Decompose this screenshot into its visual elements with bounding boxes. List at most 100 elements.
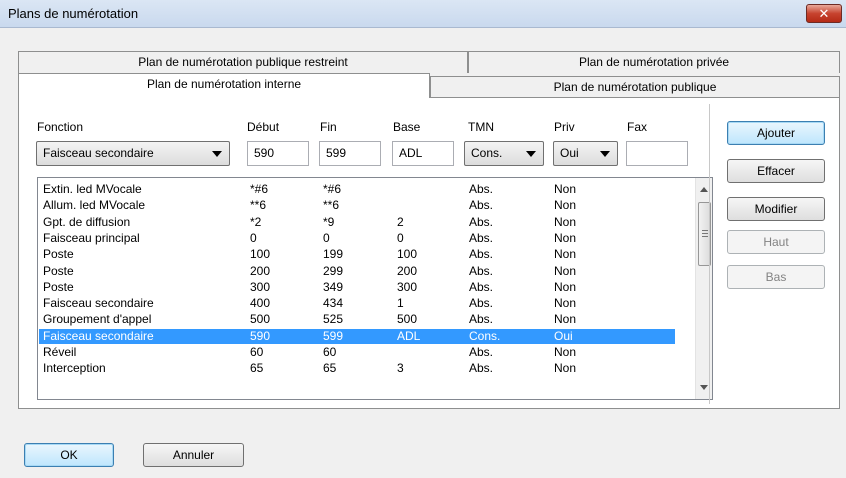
list-item[interactable]: Extin. led MVocale *#6 *#6 Abs. Non: [39, 182, 675, 197]
cell-fonction: Poste: [43, 263, 74, 278]
title-bar: Plans de numérotation ✕: [0, 0, 846, 28]
cell-priv: Non: [554, 361, 577, 376]
list-item[interactable]: Poste 200 299 200 Abs. Non: [39, 264, 675, 279]
list-item[interactable]: Groupement d'appel 500 525 500 Abs. Non: [39, 312, 675, 327]
cell-fin: 60: [323, 345, 337, 359]
cell-debut: 0: [250, 230, 257, 245]
cell-debut: 200: [250, 263, 271, 278]
cell-base: 0: [397, 230, 404, 245]
priv-select-value: Oui: [560, 146, 579, 160]
cell-priv: Non: [554, 279, 577, 294]
cell-debut: 400: [250, 296, 271, 311]
chevron-down-icon: [526, 151, 536, 157]
window-title: Plans de numérotation: [8, 6, 139, 21]
cell-debut: 500: [250, 312, 271, 327]
fax-field[interactable]: [626, 141, 688, 166]
tab-interne[interactable]: Plan de numérotation interne: [18, 73, 430, 98]
tab-publique-restreint[interactable]: Plan de numérotation publique restreint: [18, 51, 468, 73]
cell-tmn: Cons.: [469, 328, 501, 343]
cell-debut: 590: [250, 328, 271, 343]
cell-fonction: Interception: [43, 361, 106, 376]
tab-panel-interne: Fonction Début Fin Base TMN Priv Fax Fai…: [18, 97, 840, 409]
tab-label: Plan de numérotation publique restreint: [138, 55, 348, 69]
fax-label: Fax: [627, 120, 648, 134]
chevron-down-icon: [212, 151, 222, 157]
scroll-up-icon[interactable]: [700, 187, 708, 192]
cell-tmn: Abs.: [469, 361, 494, 376]
cell-fin: 349: [323, 279, 344, 294]
cell-base: 500: [397, 312, 418, 327]
cell-tmn: Abs.: [469, 279, 494, 294]
cell-fonction: Faisceau secondaire: [43, 296, 154, 311]
list-item[interactable]: Faisceau principal 0 0 0 Abs. Non: [39, 231, 675, 246]
effacer-button[interactable]: Effacer: [727, 159, 825, 183]
cell-priv: Non: [554, 198, 577, 213]
scroll-down-icon[interactable]: [700, 385, 708, 390]
cell-priv: Non: [554, 312, 577, 327]
cell-fin: 599: [323, 328, 344, 343]
fonction-select-value: Faisceau secondaire: [43, 146, 154, 160]
cell-debut: **6: [250, 198, 267, 213]
cell-tmn: Abs.: [469, 214, 494, 229]
tmn-label: TMN: [468, 120, 494, 134]
list-item[interactable]: Poste 300 349 300 Abs. Non: [39, 280, 675, 295]
tab-label: Plan de numérotation interne: [146, 77, 302, 91]
debut-field[interactable]: 590: [247, 141, 309, 166]
vertical-divider: [709, 104, 710, 404]
tab-publique[interactable]: Plan de numérotation publique: [430, 76, 840, 98]
priv-select[interactable]: Oui: [553, 141, 618, 166]
cell-priv: Non: [554, 247, 577, 262]
list-item[interactable]: Faisceau secondaire 400 434 1 Abs. Non: [39, 296, 675, 311]
ajouter-button[interactable]: Ajouter: [727, 121, 825, 145]
list-item[interactable]: Poste 100 199 100 Abs. Non: [39, 247, 675, 262]
cell-fonction: Groupement d'appel: [43, 312, 152, 327]
tab-privee[interactable]: Plan de numérotation privée: [468, 51, 840, 73]
list-item[interactable]: Réveil 60 60 Abs. Non: [39, 345, 675, 360]
annuler-button[interactable]: Annuler: [143, 443, 244, 467]
cell-fin: **6: [323, 198, 340, 213]
cell-tmn: Abs.: [469, 312, 494, 327]
cell-base: 1: [397, 296, 404, 311]
modifier-button[interactable]: Modifier: [727, 197, 825, 221]
bas-button[interactable]: Bas: [727, 265, 825, 289]
numbering-list[interactable]: Extin. led MVocale *#6 *#6 Abs. Non Allum. le…: [37, 177, 713, 400]
list-item[interactable]: Allum. led MVocale **6 **6 Abs. Non: [39, 198, 675, 213]
fin-field[interactable]: 599: [319, 141, 381, 166]
tab-label: Plan de numérotation publique: [553, 80, 717, 94]
list-item[interactable]: Faisceau secondaire 590 599 ADL Cons. Oui: [39, 328, 675, 344]
cell-fonction: Faisceau secondaire: [43, 328, 154, 343]
base-label: Base: [393, 120, 421, 134]
list-item[interactable]: Gpt. de diffusion *2 *9 2 Abs. Non: [39, 215, 675, 230]
cell-fin: 525: [323, 312, 344, 327]
cell-priv: Non: [554, 296, 577, 311]
cell-base: 200: [397, 263, 418, 278]
cell-priv: Non: [554, 345, 577, 359]
cell-fonction: Poste: [43, 279, 74, 294]
fonction-select[interactable]: Faisceau secondaire: [36, 141, 230, 166]
cell-fonction: Extin. led MVocale: [43, 182, 142, 196]
cell-tmn: Abs.: [469, 198, 494, 213]
cell-tmn: Abs.: [469, 263, 494, 278]
cell-priv: Oui: [554, 328, 573, 343]
cell-fin: 199: [323, 247, 344, 262]
cell-debut: *2: [250, 214, 262, 229]
cell-fin: 65: [323, 361, 337, 376]
cell-fonction: Réveil: [43, 345, 77, 359]
close-button[interactable]: ✕: [806, 4, 842, 23]
cell-tmn: Abs.: [469, 296, 494, 311]
cell-fin: *#6: [323, 182, 342, 196]
cell-tmn: Abs.: [469, 247, 494, 262]
debut-label: Début: [247, 120, 280, 134]
chevron-down-icon: [600, 151, 610, 157]
tmn-select-value: Cons.: [471, 146, 503, 160]
tmn-select[interactable]: Cons.: [464, 141, 544, 166]
ok-button[interactable]: OK: [24, 443, 114, 467]
haut-button[interactable]: Haut: [727, 230, 825, 254]
cell-base: 300: [397, 279, 418, 294]
base-field[interactable]: ADL: [392, 141, 454, 166]
cell-fin: *9: [323, 214, 335, 229]
cell-fonction: Faisceau principal: [43, 230, 140, 245]
list-item[interactable]: Interception 65 65 3 Abs. Non: [39, 361, 675, 376]
fonction-label: Fonction: [37, 120, 84, 134]
cell-debut: 300: [250, 279, 271, 294]
